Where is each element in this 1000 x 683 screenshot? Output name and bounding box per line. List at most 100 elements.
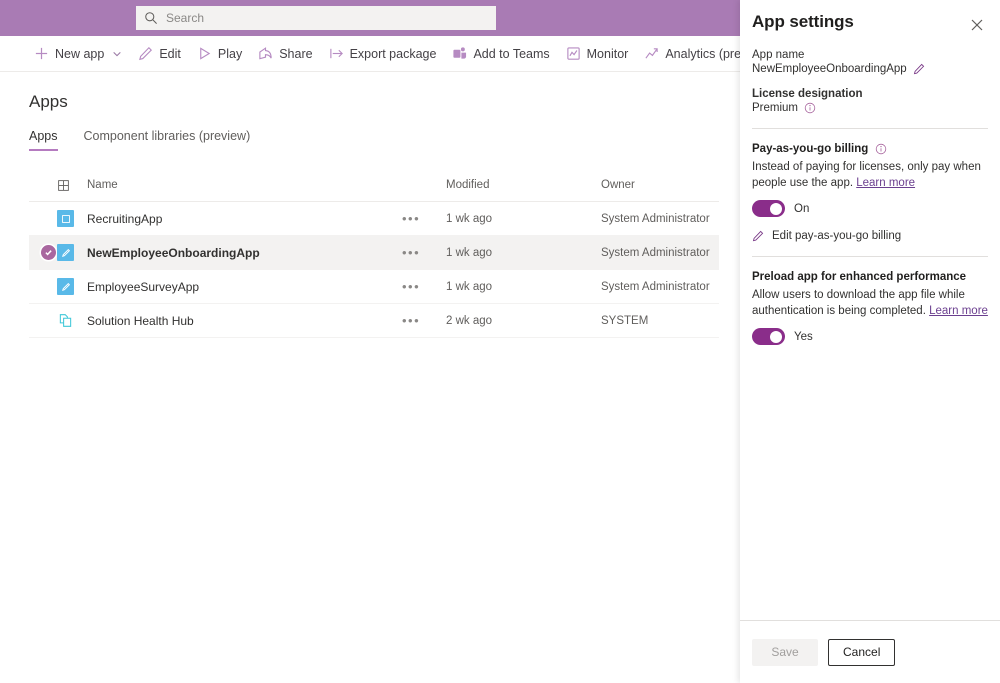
new-app-button[interactable]: New app bbox=[26, 39, 130, 69]
header-modified[interactable]: Modified bbox=[446, 179, 601, 191]
close-button[interactable] bbox=[966, 14, 988, 36]
row-more-actions[interactable]: ••• bbox=[402, 313, 446, 328]
search-box[interactable] bbox=[136, 6, 496, 30]
chevron-down-icon bbox=[113, 51, 122, 56]
header-icon-column[interactable] bbox=[57, 179, 87, 192]
monitor-label: Monitor bbox=[586, 46, 629, 61]
table-row[interactable]: NewEmployeeOnboardingApp ••• 1 wk ago Sy… bbox=[29, 236, 719, 270]
pencil-icon bbox=[139, 46, 153, 61]
share-label: Share bbox=[279, 46, 313, 61]
export-package-label: Export package bbox=[349, 46, 437, 61]
license-value-row: Premium bbox=[752, 102, 988, 114]
payg-toggle-state: On bbox=[794, 202, 810, 215]
close-icon bbox=[971, 19, 983, 31]
ellipsis-icon: ••• bbox=[402, 313, 421, 328]
app-name-label: App name bbox=[752, 49, 805, 61]
cancel-button[interactable]: Cancel bbox=[828, 638, 896, 666]
info-icon[interactable] bbox=[875, 143, 887, 155]
license-label: License designation bbox=[752, 88, 863, 100]
grid-icon bbox=[58, 179, 69, 191]
row-more-actions[interactable]: ••• bbox=[402, 245, 446, 260]
row-name[interactable]: NewEmployeeOnboardingApp bbox=[87, 246, 402, 260]
pencil-icon bbox=[752, 230, 764, 242]
app-root: Environment Human New app Edit P bbox=[0, 0, 1000, 683]
row-name[interactable]: Solution Health Hub bbox=[87, 314, 402, 328]
table-row[interactable]: RecruitingApp ••• 1 wk ago System Admini… bbox=[29, 202, 719, 236]
preload-toggle-row: Yes bbox=[752, 328, 988, 346]
analytics-icon bbox=[645, 48, 659, 59]
header-owner[interactable]: Owner bbox=[601, 179, 740, 191]
payg-learn-more-link[interactable]: Learn more bbox=[856, 177, 915, 189]
row-owner: System Administrator bbox=[601, 212, 710, 225]
preload-description: Allow users to download the app file whi… bbox=[752, 288, 988, 319]
new-app-label: New app bbox=[55, 46, 105, 61]
table-row[interactable]: EmployeeSurveyApp ••• 1 wk ago System Ad… bbox=[29, 270, 719, 304]
save-button[interactable]: Save bbox=[752, 638, 818, 666]
payg-description: Instead of paying for licenses, only pay… bbox=[752, 160, 988, 191]
preload-learn-more-link[interactable]: Learn more bbox=[929, 305, 988, 317]
payg-section-title: Pay-as-you-go billing bbox=[752, 143, 988, 155]
row-name-text: NewEmployeeOnboardingApp bbox=[87, 245, 260, 260]
app-name-value: NewEmployeeOnboardingApp bbox=[752, 63, 907, 75]
search-input[interactable] bbox=[166, 11, 488, 25]
row-modified: 1 wk ago bbox=[446, 280, 493, 293]
preload-toggle[interactable] bbox=[752, 328, 785, 346]
toggle-knob bbox=[770, 202, 782, 215]
edit-label: Edit bbox=[159, 46, 181, 61]
row-modified: 1 wk ago bbox=[446, 212, 493, 225]
row-owner: System Administrator bbox=[601, 246, 710, 259]
tab-component-libraries[interactable]: Component libraries (preview) bbox=[84, 129, 251, 151]
row-modified: 1 wk ago bbox=[446, 246, 493, 259]
canvas-app-icon bbox=[57, 244, 74, 261]
table-row[interactable]: Solution Health Hub ••• 2 wk ago SYSTEM bbox=[29, 304, 719, 338]
canvas-app-icon bbox=[57, 278, 74, 295]
row-name[interactable]: EmployeeSurveyApp bbox=[87, 280, 402, 294]
payg-toggle[interactable] bbox=[752, 200, 785, 218]
preload-title-text: Preload app for enhanced performance bbox=[752, 271, 967, 284]
row-app-icon bbox=[57, 312, 87, 329]
main-content: Apps Apps Component libraries (preview) … bbox=[0, 73, 740, 683]
share-button[interactable]: Share bbox=[250, 39, 320, 69]
divider bbox=[752, 128, 988, 129]
row-app-icon bbox=[57, 210, 87, 227]
export-package-button[interactable]: Export package bbox=[321, 39, 445, 69]
play-button[interactable]: Play bbox=[189, 39, 250, 69]
tab-list: Apps Component libraries (preview) bbox=[29, 129, 250, 151]
play-icon bbox=[200, 47, 211, 60]
row-name[interactable]: RecruitingApp bbox=[87, 212, 402, 226]
ellipsis-icon: ••• bbox=[402, 279, 421, 294]
canvas-app-icon bbox=[57, 210, 74, 227]
row-app-icon bbox=[57, 278, 87, 295]
app-name-value-row: NewEmployeeOnboardingApp bbox=[752, 63, 988, 75]
row-name-text: RecruitingApp bbox=[87, 211, 163, 226]
preload-section-title: Preload app for enhanced performance bbox=[752, 271, 988, 283]
row-name-text: EmployeeSurveyApp bbox=[87, 279, 200, 294]
apps-table: Name Modified Owner RecruitingApp ••• 1 … bbox=[29, 169, 719, 338]
add-to-teams-button[interactable]: Add to Teams bbox=[444, 39, 557, 69]
panel-body: App settings App name NewEmployeeOnboard… bbox=[740, 0, 1000, 620]
row-modified: 2 wk ago bbox=[446, 314, 493, 327]
edit-payg-billing-link[interactable]: Edit pay-as-you-go billing bbox=[752, 230, 988, 242]
table-header-row: Name Modified Owner bbox=[29, 169, 719, 202]
info-icon[interactable] bbox=[804, 102, 816, 114]
monitor-button[interactable]: Monitor bbox=[558, 39, 637, 69]
edit-button[interactable]: Edit bbox=[130, 39, 189, 69]
row-app-icon bbox=[57, 244, 87, 261]
app-settings-panel: App settings App name NewEmployeeOnboard… bbox=[740, 0, 1000, 683]
header-name[interactable]: Name bbox=[87, 179, 402, 191]
add-to-teams-label: Add to Teams bbox=[473, 46, 550, 61]
row-more-actions[interactable]: ••• bbox=[402, 279, 446, 294]
row-more-actions[interactable]: ••• bbox=[402, 211, 446, 226]
play-label: Play bbox=[217, 46, 243, 61]
pencil-icon[interactable] bbox=[913, 63, 925, 75]
ellipsis-icon: ••• bbox=[402, 211, 421, 226]
payg-title-text: Pay-as-you-go billing bbox=[752, 143, 869, 155]
tab-apps[interactable]: Apps bbox=[29, 129, 58, 151]
row-owner: SYSTEM bbox=[601, 314, 649, 327]
export-icon bbox=[329, 48, 343, 59]
row-select[interactable] bbox=[29, 245, 57, 260]
payg-toggle-row: On bbox=[752, 200, 988, 218]
edit-payg-billing-label: Edit pay-as-you-go billing bbox=[772, 230, 902, 243]
row-name-text: Solution Health Hub bbox=[87, 313, 194, 328]
license-value: Premium bbox=[752, 102, 799, 114]
